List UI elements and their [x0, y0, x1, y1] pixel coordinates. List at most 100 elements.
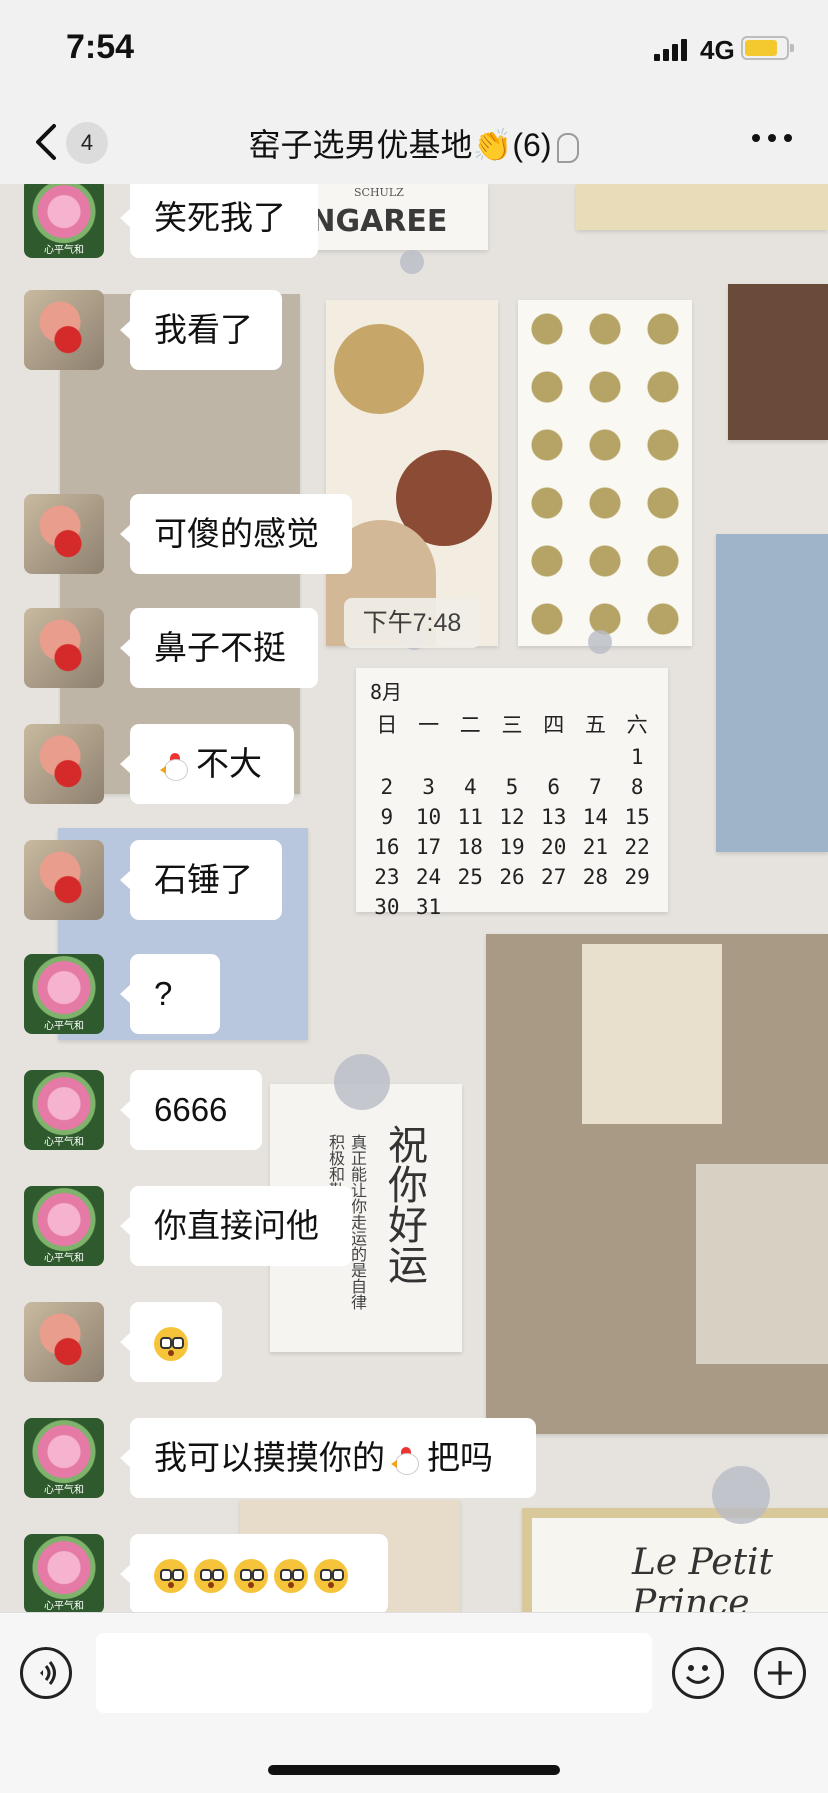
calendar-day	[533, 745, 575, 769]
calendar-weekday: 五	[584, 713, 606, 737]
message-bubble[interactable]: 不大	[120, 724, 294, 804]
calendar-day: 5	[505, 775, 519, 799]
calendar-day: 30	[374, 895, 400, 919]
confused-face-emoji-icon	[194, 1559, 228, 1594]
chat-title-text: 窑子选男优基地👏(6)	[248, 127, 552, 163]
calendar-day: 29	[624, 865, 650, 889]
message-bubble[interactable]	[120, 1534, 388, 1612]
voice-button[interactable]	[20, 1647, 72, 1699]
confused-face-emoji-icon	[234, 1559, 268, 1594]
signal-icon	[654, 39, 692, 61]
emoji-button[interactable]	[672, 1647, 724, 1699]
avatar[interactable]	[24, 724, 104, 804]
battery-icon	[741, 36, 794, 60]
message-bubble[interactable]: 我看了	[120, 290, 282, 370]
message-bubble[interactable]: 6666	[120, 1070, 262, 1150]
avatar[interactable]: 心平气和	[24, 1418, 104, 1498]
message-text: 把吗	[427, 1439, 493, 1476]
more-options-button[interactable]	[752, 134, 792, 144]
calendar-day: 18	[457, 835, 483, 859]
input-bar	[0, 1612, 828, 1793]
blue-poster	[716, 534, 828, 852]
petit-prince-text: Le Petit Prince	[632, 1542, 774, 1612]
avatar-caption: 心平气和	[44, 1021, 84, 1032]
calendar-day: 7	[589, 775, 602, 799]
avatar[interactable]: 心平气和	[24, 1070, 104, 1150]
calendar-day	[449, 745, 491, 769]
avatar[interactable]: 心平气和	[24, 184, 104, 258]
avatar[interactable]	[24, 290, 104, 370]
calendar-day: 20	[541, 835, 567, 859]
calendar-weekday: 一	[418, 713, 440, 737]
pin-decoration	[400, 250, 424, 274]
avatar[interactable]	[24, 608, 104, 688]
message-bubble[interactable]: ?	[120, 954, 220, 1034]
network-type: 4G	[700, 35, 735, 65]
calendar-day: 19	[499, 835, 525, 859]
calendar-day: 6	[547, 775, 561, 799]
message-text: 我可以摸摸你的	[154, 1439, 385, 1476]
avatar-caption: 心平气和	[44, 1601, 84, 1612]
avatar[interactable]	[24, 840, 104, 920]
avatar-caption: 心平气和	[44, 1137, 84, 1148]
voice-icon	[40, 1661, 56, 1685]
calendar-card: 8月 日一二三四五六 1 2 3 4 5 6 7 8 9 10 11 12 13 14 15 16 17 18 19 2…	[356, 668, 668, 919]
calendar-day	[366, 745, 408, 769]
plus-icon	[768, 1661, 792, 1685]
message-bubble[interactable]: 石锤了	[120, 840, 282, 920]
calendar-day: 4	[463, 775, 477, 799]
avatar[interactable]	[24, 494, 104, 574]
message-input[interactable]	[96, 1633, 652, 1713]
confused-face-emoji-icon	[154, 1327, 188, 1362]
message-bubble[interactable]: 笑死我了	[120, 184, 318, 258]
dot-icon	[752, 134, 760, 142]
status-bar: 7:54 4G	[0, 0, 828, 100]
calendar-day: 14	[582, 805, 609, 829]
confused-face-emoji-icon	[314, 1559, 348, 1594]
good-luck-title: 祝你好运	[381, 1124, 427, 1284]
message-bubble[interactable]: 鼻子不挺	[120, 608, 318, 688]
add-button[interactable]	[754, 1647, 806, 1699]
calendar-weekday: 三	[501, 713, 523, 737]
flower-card	[326, 300, 498, 646]
avatar-caption: 心平气和	[44, 245, 84, 256]
calendar-day: 24	[415, 865, 442, 889]
vintage-collage	[486, 934, 828, 1434]
ear-icon	[557, 132, 580, 163]
chicken-emoji-icon	[160, 751, 190, 782]
smile-icon	[685, 1665, 711, 1684]
calendar-day: 16	[374, 835, 400, 859]
message-bubble[interactable]: 我可以摸摸你的 把吗	[120, 1418, 536, 1498]
chat-background: SCHULZ UNGAREE 8月 日一二三四五六 1 2 3 4 5 6 7 8 9 10 11 12…	[0, 184, 828, 1612]
calendar-day: 26	[499, 865, 525, 889]
calendar-day: 25	[457, 865, 483, 889]
message-timestamp: 下午7:48	[344, 598, 480, 648]
calendar-grid: 日一二三四五六 1 2 3 4 5 6 7 8 9 10 11 12 13 14 15 16 17 18 19 20 21…	[366, 709, 658, 919]
calendar-day: 2	[380, 775, 394, 799]
avatar[interactable]: 心平气和	[24, 954, 104, 1034]
avatar[interactable]	[24, 1302, 104, 1382]
calendar-day: 17	[415, 835, 442, 859]
calendar-month: 8月	[370, 680, 403, 704]
sweet-card	[518, 300, 692, 646]
brown-card	[728, 284, 828, 440]
message-bubble[interactable]: 你直接问他	[120, 1186, 352, 1266]
calendar-weekday: 四	[543, 713, 565, 737]
calendar-day: 27	[541, 865, 567, 889]
calendar-day: 9	[380, 805, 394, 829]
calendar-weekday: 六	[626, 713, 648, 737]
chicken-emoji-icon	[391, 1445, 421, 1476]
chat-header: 4 窑子选男优基地👏(6)	[0, 100, 828, 185]
pin-decoration	[334, 1054, 390, 1110]
home-indicator[interactable]	[268, 1765, 560, 1775]
message-bubble[interactable]	[120, 1302, 222, 1382]
petit-prince-card: Le Petit Prince	[522, 1508, 828, 1612]
avatar[interactable]: 心平气和	[24, 1186, 104, 1266]
chat-title: 窑子选男优基地👏(6)	[0, 120, 828, 166]
message-bubble[interactable]: 可傻的感觉	[120, 494, 352, 574]
calendar-weekday: 日	[376, 713, 398, 737]
avatar[interactable]: 心平气和	[24, 1534, 104, 1612]
calendar-day: 3	[422, 775, 435, 799]
calendar-day: 22	[624, 835, 650, 859]
avatar-caption: 心平气和	[44, 1253, 84, 1264]
